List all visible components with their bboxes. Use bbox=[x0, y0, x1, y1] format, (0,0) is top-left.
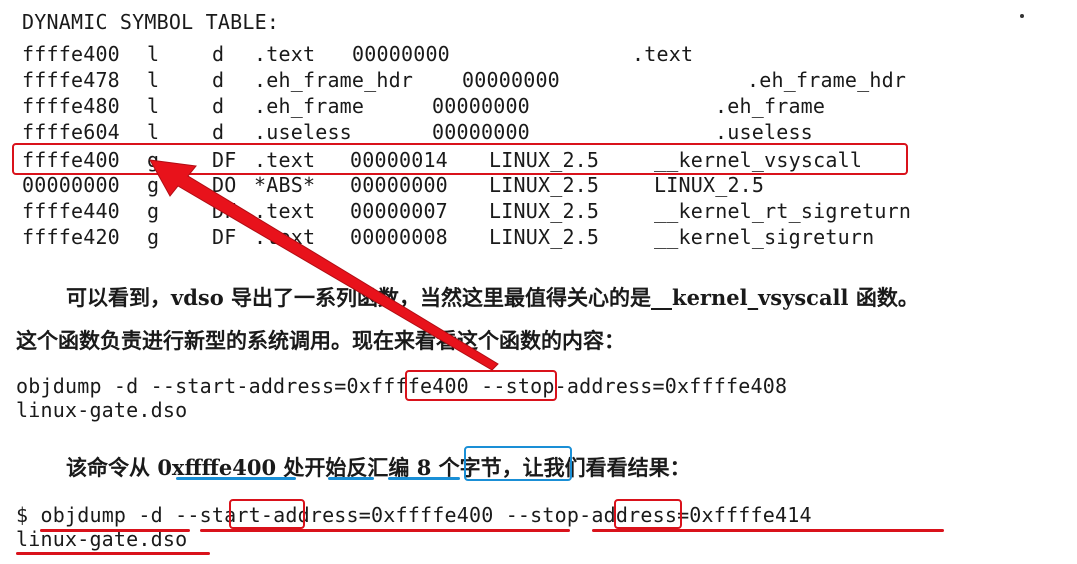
red-arrow-icon bbox=[149, 159, 499, 371]
